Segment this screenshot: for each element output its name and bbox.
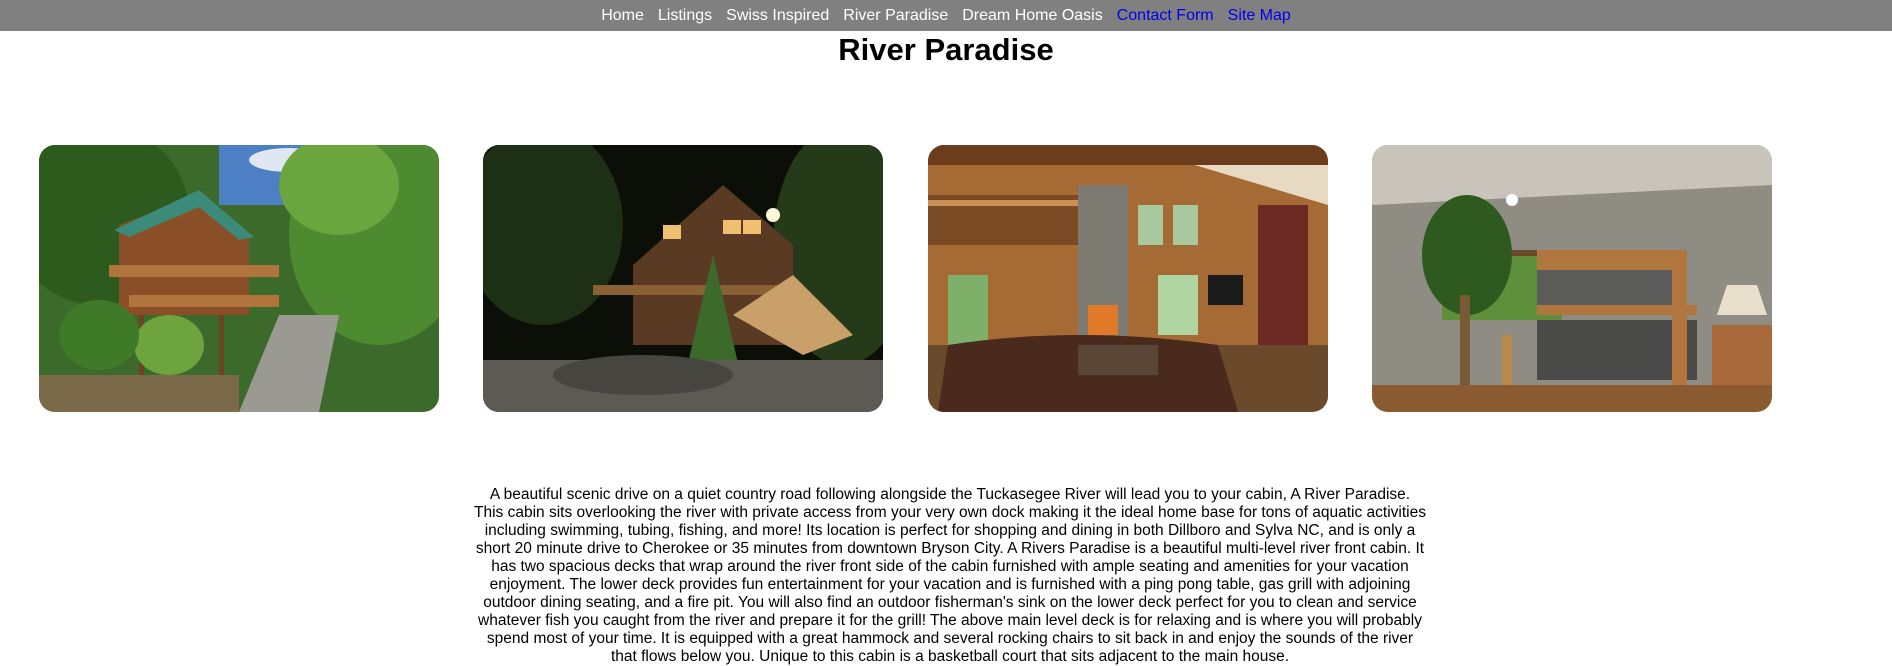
nav-dream-home-oasis-link[interactable]: Dream Home Oasis: [962, 0, 1102, 31]
photo-gallery: A beautiful scenic drive on a quiet coun…: [0, 68, 1892, 665]
nav-home-link[interactable]: Home: [601, 0, 644, 31]
nav-listings-link[interactable]: Listings: [658, 0, 712, 31]
cabin-exterior-day-photo[interactable]: [39, 145, 439, 412]
cabin-exterior-night-photo[interactable]: [483, 145, 883, 412]
living-room-photo[interactable]: [928, 145, 1328, 412]
property-description: A beautiful scenic drive on a quiet coun…: [474, 486, 1426, 665]
nav-site-map-link[interactable]: Site Map: [1228, 0, 1291, 31]
nav-contact-form-link[interactable]: Contact Form: [1117, 0, 1214, 31]
nav-swiss-inspired-link[interactable]: Swiss Inspired: [726, 0, 829, 31]
page-title: River Paradise: [838, 32, 1054, 67]
bunk-bedroom-photo[interactable]: [1372, 145, 1772, 412]
top-nav: Home Listings Swiss Inspired River Parad…: [0, 0, 1892, 31]
nav-river-paradise-link[interactable]: River Paradise: [843, 0, 948, 31]
